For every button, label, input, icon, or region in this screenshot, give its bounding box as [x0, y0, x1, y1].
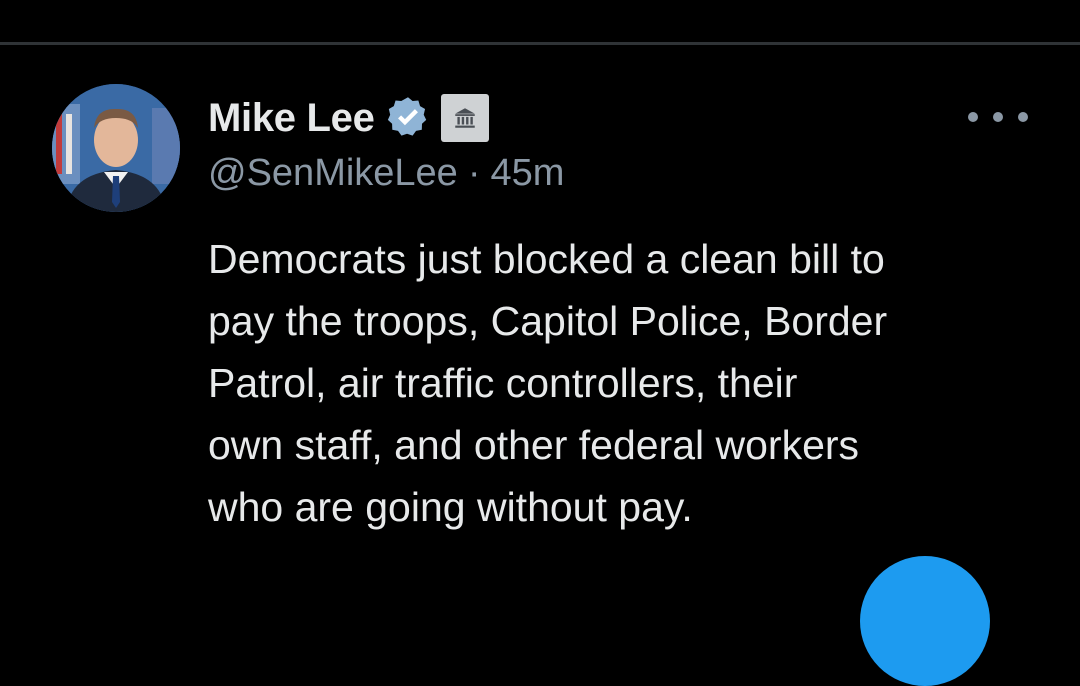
tweet-timestamp[interactable]: 45m: [490, 152, 564, 194]
tweet-text: Democrats just blocked a clean bill to p…: [208, 228, 1058, 538]
author-handle[interactable]: @SenMikeLee: [208, 152, 458, 194]
government-building-icon: [454, 108, 475, 128]
avatar[interactable]: [52, 84, 180, 212]
author-meta: @SenMikeLee · 45m: [208, 152, 564, 195]
more-dot: [968, 112, 978, 122]
tweet-text-line: own staff, and other federal workers: [208, 422, 860, 468]
tweet-text-line: Patrol, air traffic controllers, their: [208, 360, 798, 406]
more-dot: [1018, 112, 1028, 122]
compose-fab[interactable]: [860, 556, 990, 686]
tweet-text-line: Democrats just blocked a clean bill to: [208, 236, 885, 282]
avatar-photo: [52, 84, 180, 212]
tweet-text-line: who are going without pay.: [208, 484, 693, 530]
author-display-name[interactable]: Mike Lee: [208, 96, 375, 141]
verified-badge-icon[interactable]: [385, 95, 431, 141]
government-affiliation-badge[interactable]: [440, 94, 489, 142]
author-row: Mike Lee: [208, 88, 489, 148]
tweet-header: Mike Lee @SenMikeLee · 45m: [208, 88, 968, 208]
more-dot: [993, 112, 1003, 122]
tweet-text-line: pay the troops, Capitol Police, Border: [208, 298, 888, 344]
more-options-icon[interactable]: [968, 100, 1028, 134]
timeline-divider: [0, 42, 1080, 45]
meta-separator: ·: [467, 152, 481, 194]
